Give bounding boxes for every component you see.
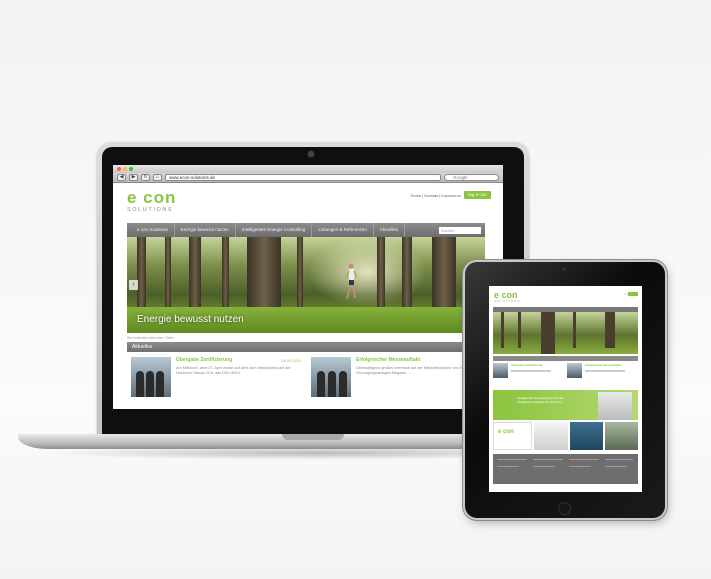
tablet-tiles: e con	[493, 422, 638, 450]
footer-line	[497, 466, 519, 467]
runner-figure	[345, 263, 357, 300]
maximize-window-icon[interactable]	[129, 167, 133, 171]
logo-subtitle: SOLUTIONS	[127, 207, 174, 213]
footer-line	[533, 466, 555, 467]
browser-search-input[interactable]: Google	[444, 174, 499, 181]
browser-titlebar	[113, 165, 503, 173]
news-photo	[311, 357, 351, 397]
tablet-news-item[interactable]: Erfolgreicher Messeauftakt	[567, 363, 625, 378]
login-button[interactable]: log e con	[464, 191, 491, 199]
browser-toolbar: ◀ ▶ ↻ ⌂ www.econ-solutions.de Google	[113, 173, 503, 183]
tile[interactable]	[534, 422, 568, 450]
tablet-screen: e con SOLUTIONS ▪ ▪ ▪ Übergabe Zertifizi…	[489, 286, 642, 492]
reload-icon[interactable]: ↻	[141, 174, 150, 181]
section-title: Aktuelles	[132, 344, 153, 350]
news-title[interactable]: Übergabe Zertifizierung	[511, 363, 551, 367]
footer-line	[605, 459, 633, 460]
laptop-screen: ◀ ▶ ↻ ⌂ www.econ-solutions.de Google e c…	[113, 165, 503, 409]
breadcrumb: Sie befinden sich hier: Start	[127, 336, 174, 340]
news-photo	[131, 357, 171, 397]
news-text-line	[511, 370, 551, 372]
minimize-window-icon[interactable]	[123, 167, 127, 171]
tablet-news-item[interactable]: Übergabe Zertifizierung	[493, 363, 551, 378]
home-button[interactable]	[558, 502, 571, 515]
tree	[605, 312, 615, 348]
tablet-camera-icon	[562, 267, 566, 271]
laptop-camera-icon	[308, 151, 314, 157]
footer-line	[569, 466, 591, 467]
laptop-opening-notch	[282, 434, 344, 440]
url-bar[interactable]: www.econ-solutions.de	[165, 174, 441, 181]
news-title[interactable]: Erfolgreicher Messeauftakt	[356, 357, 481, 363]
econ-logo[interactable]: e con SOLUTIONS	[127, 189, 176, 213]
tablet-promo-banner[interactable]: Intelligentes Energiesystem für das inte…	[493, 390, 638, 420]
news-photo	[567, 363, 582, 378]
tablet-hero-image	[493, 312, 638, 354]
back-button[interactable]: ◀	[117, 174, 126, 181]
tablet-login-button[interactable]	[628, 292, 638, 296]
news-photo	[493, 363, 508, 378]
website: e con SOLUTIONS Home | Kontakt | Impress…	[113, 183, 503, 409]
news-date: 28.04.2011	[281, 358, 301, 363]
nav-item-aktuelles[interactable]: Aktuelles	[374, 223, 406, 237]
nav-item-controlling[interactable]: Intelligentes Energie Controlling	[236, 223, 313, 237]
tablet-footer	[493, 454, 638, 484]
tree	[518, 312, 521, 348]
banner-photo	[598, 392, 632, 420]
footer-line	[569, 459, 599, 460]
nav-item-econ-solutions[interactable]: e con Solutions	[131, 223, 175, 237]
news-title[interactable]: Erfolgreicher Messeauftakt	[585, 363, 625, 367]
tablet-logo-subtitle: SOLUTIONS	[494, 299, 521, 303]
news-text-line	[585, 370, 625, 372]
nav-item-energie[interactable]: Energie bewusst nutzen	[175, 223, 236, 237]
footer-line	[497, 459, 527, 460]
top-links[interactable]: Home | Kontakt | Impressum	[410, 193, 461, 198]
window-controls	[117, 167, 133, 171]
footer-line	[533, 459, 563, 460]
news-item[interactable]: Erfolgreicher Messeauftakt Überwältigend…	[311, 357, 483, 403]
tree	[573, 312, 576, 348]
section-header: Aktuelles Alle	[127, 342, 485, 352]
close-window-icon[interactable]	[117, 167, 121, 171]
news-item[interactable]: Übergabe Zertifizierung 28.04.2011 Am Mi…	[131, 357, 303, 403]
news-text: Überwältigend großes Interesse auf der M…	[356, 366, 472, 375]
tile[interactable]	[604, 422, 638, 450]
news-text: Am Mittwoch, dem 27. April wurde auf dem…	[176, 366, 291, 375]
tree	[501, 312, 504, 348]
tablet-section-bar	[493, 356, 638, 361]
main-nav: e con Solutions Energie bewusst nutzen I…	[127, 223, 485, 237]
nav-item-loesungen[interactable]: Lösungen & Referenzen	[312, 223, 374, 237]
tile-logo[interactable]: e con	[493, 422, 533, 450]
slider-prev-icon[interactable]: ‹	[129, 280, 138, 290]
banner-text: Intelligentes Energiesystem für das inte…	[517, 396, 564, 404]
hero-caption: Energie bewusst nutzen	[137, 314, 244, 325]
forward-button[interactable]: ▶	[129, 174, 138, 181]
footer-line	[605, 466, 627, 467]
tablet: e con SOLUTIONS ▪ ▪ ▪ Übergabe Zertifizi…	[465, 262, 665, 518]
logo-text: e con	[127, 188, 177, 207]
site-search-input[interactable]: Suchen	[439, 226, 481, 234]
hero-image: ‹ Energie bewusst nutzen	[127, 237, 485, 333]
tile[interactable]	[569, 422, 603, 450]
home-icon[interactable]: ⌂	[153, 174, 162, 181]
tree	[541, 312, 555, 354]
